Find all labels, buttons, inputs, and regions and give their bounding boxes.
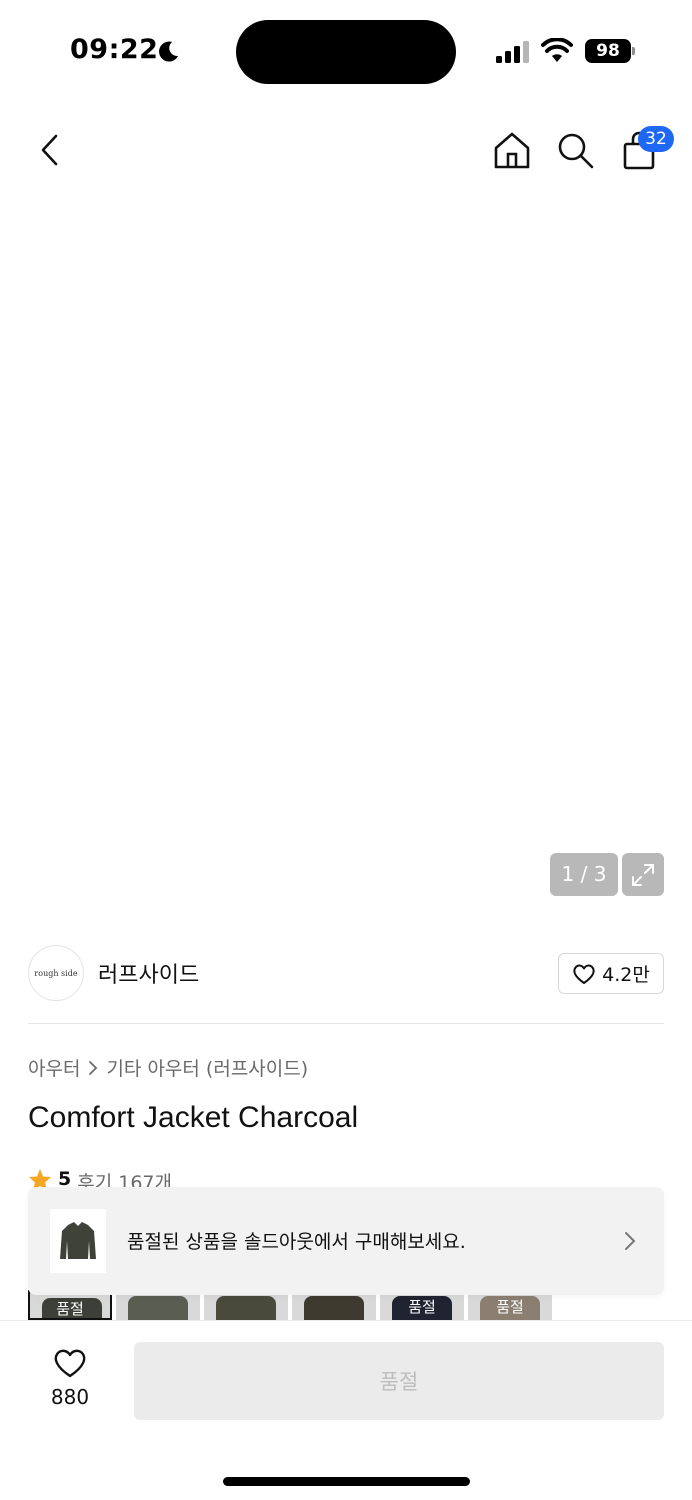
thumbnail-jacket-image xyxy=(304,1296,364,1320)
search-button[interactable] xyxy=(553,128,597,172)
home-icon xyxy=(494,132,530,169)
status-bar: 09:22 98 xyxy=(0,0,692,100)
product-title: Comfort Jacket Charcoal xyxy=(28,1101,359,1134)
breadcrumb-category[interactable]: 아우터 xyxy=(28,1054,80,1081)
thumbnail-soldout-label: 품절 xyxy=(408,1298,436,1316)
thumbnail-jacket-image xyxy=(216,1296,276,1320)
chevron-right-icon xyxy=(625,1232,636,1250)
heart-icon xyxy=(54,1349,86,1378)
back-button[interactable] xyxy=(28,128,72,172)
chevron-left-icon xyxy=(41,134,58,166)
battery-icon: 98 xyxy=(585,39,635,63)
home-indicator xyxy=(223,1477,470,1486)
wishlist-count: 880 xyxy=(50,1385,90,1409)
breadcrumb-subcategory[interactable]: 기타 아우터 (러프사이드) xyxy=(106,1054,308,1081)
cart-count-badge: 32 xyxy=(638,126,674,152)
brand-like-button[interactable]: 4.2만 xyxy=(558,953,664,994)
chevron-right-icon xyxy=(89,1060,98,1075)
svg-text:side: side xyxy=(346,263,359,270)
thumbnail-soldout-label: 품절 xyxy=(496,1298,524,1316)
soldout-toast[interactable]: 품절된 상품을 솔드아웃에서 구매해보세요. xyxy=(28,1187,664,1295)
bottom-action-bar: 880 품절 xyxy=(0,1320,692,1500)
image-pager: 1 / 3 xyxy=(550,853,618,896)
toast-message: 품절된 상품을 솔드아웃에서 구매해보세요. xyxy=(127,1231,466,1253)
expand-icon xyxy=(632,863,654,886)
heart-icon xyxy=(573,964,595,984)
thumbnail-jacket-image xyxy=(128,1296,188,1320)
expand-image-button[interactable] xyxy=(622,853,664,896)
label-text: rough xyxy=(343,255,361,262)
breadcrumb: 아우터 기타 아우터 (러프사이드) xyxy=(28,1054,308,1081)
signal-icon xyxy=(496,41,529,63)
dynamic-island xyxy=(236,20,456,84)
search-icon xyxy=(558,133,594,169)
thumbnail-soldout-label: 품절 xyxy=(56,1300,84,1318)
jacket-thumbnail xyxy=(60,1222,96,1259)
home-button[interactable] xyxy=(490,128,534,172)
brand-logo[interactable]: rough side xyxy=(28,945,84,1001)
wifi-icon xyxy=(541,38,573,62)
brand-logo-text: rough side xyxy=(34,968,78,978)
divider xyxy=(28,1023,664,1024)
brand-like-count: 4.2만 xyxy=(602,964,650,986)
brand-name[interactable]: 러프사이드 xyxy=(98,957,199,989)
soldout-button[interactable]: 품절 xyxy=(134,1342,664,1420)
moon-icon xyxy=(159,41,178,62)
battery-level: 98 xyxy=(585,39,631,63)
status-time: 09:22 xyxy=(70,34,159,65)
product-image[interactable]: rough side xyxy=(80,190,620,800)
wishlist-button[interactable]: 880 xyxy=(42,1347,98,1409)
toast-product-thumbnail xyxy=(50,1209,106,1273)
